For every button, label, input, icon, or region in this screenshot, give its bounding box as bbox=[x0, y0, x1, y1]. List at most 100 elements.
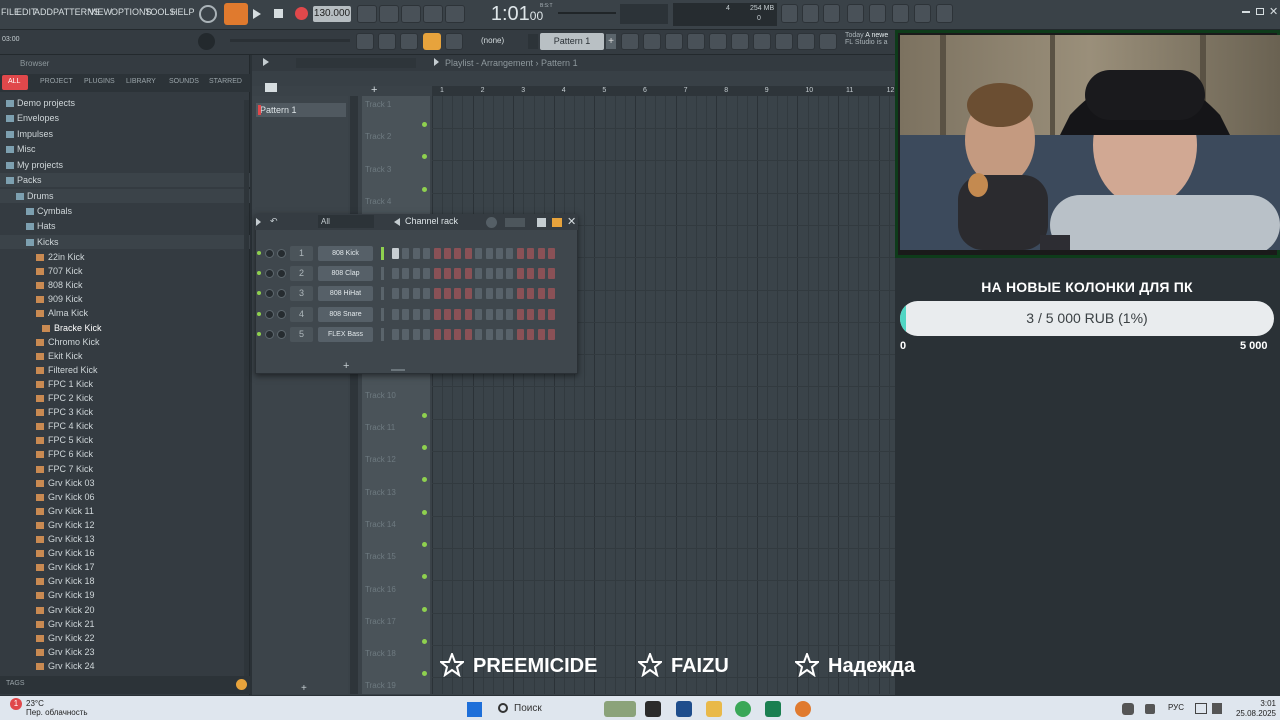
step-button[interactable] bbox=[485, 328, 493, 340]
menu-view[interactable]: VIEW bbox=[89, 7, 112, 17]
pattern-scrollbar[interactable] bbox=[350, 96, 358, 694]
channel-mixer-track[interactable]: 3 bbox=[290, 286, 313, 302]
step-view-icon[interactable] bbox=[552, 218, 562, 227]
step-button[interactable] bbox=[516, 248, 524, 259]
track-label[interactable]: Track 15 bbox=[365, 552, 396, 561]
add-channel-button[interactable]: + bbox=[343, 360, 349, 372]
channel-volume-knob[interactable] bbox=[277, 249, 286, 258]
rack-filter-select[interactable]: All bbox=[318, 215, 374, 228]
stop-icon[interactable] bbox=[274, 9, 283, 18]
channel-select-indicator[interactable] bbox=[381, 307, 384, 321]
step-button[interactable] bbox=[454, 268, 462, 280]
swing-knob[interactable] bbox=[486, 217, 497, 228]
track-label[interactable]: Track 3 bbox=[365, 165, 391, 174]
step-button[interactable] bbox=[423, 328, 431, 340]
step-button[interactable] bbox=[444, 248, 451, 259]
rack-close-icon[interactable]: ✕ bbox=[567, 215, 576, 228]
rack-menu-icon[interactable] bbox=[256, 218, 261, 226]
mixer-icon[interactable] bbox=[892, 4, 909, 23]
track-label[interactable]: Track 12 bbox=[365, 455, 396, 464]
browser-file-item[interactable]: Grv Kick 22 bbox=[0, 631, 250, 645]
add-pattern-button[interactable]: + bbox=[301, 683, 307, 694]
playlist-icon[interactable] bbox=[621, 33, 639, 50]
step-button[interactable] bbox=[537, 288, 545, 300]
tray-icon-1[interactable] bbox=[1122, 703, 1134, 715]
minimize-icon[interactable] bbox=[1242, 11, 1250, 13]
browser-file-item[interactable]: 22in Kick bbox=[0, 250, 250, 264]
playlist-tools[interactable] bbox=[296, 58, 416, 68]
chrome-icon[interactable] bbox=[735, 701, 751, 717]
browser-file-item[interactable]: 909 Kick bbox=[0, 292, 250, 306]
track-mute-led[interactable] bbox=[422, 509, 427, 515]
step-button[interactable] bbox=[392, 328, 399, 340]
step-button[interactable] bbox=[464, 268, 472, 280]
browser-folder-open[interactable]: Packs bbox=[0, 173, 250, 187]
step-button[interactable] bbox=[475, 268, 483, 280]
step-button[interactable] bbox=[506, 288, 514, 300]
step-button[interactable] bbox=[527, 308, 535, 320]
magnet-icon[interactable] bbox=[378, 33, 396, 50]
step-button[interactable] bbox=[537, 308, 545, 320]
browser-file-item[interactable]: Grv Kick 13 bbox=[0, 532, 250, 546]
add-pattern-icon[interactable]: + bbox=[606, 34, 616, 49]
playlist-menu-icon[interactable] bbox=[263, 58, 269, 66]
channel-select-indicator[interactable] bbox=[381, 327, 384, 341]
channel-mixer-track[interactable]: 4 bbox=[290, 306, 313, 322]
step-button[interactable] bbox=[506, 248, 514, 259]
browser-file-item[interactable]: FPC 3 Kick bbox=[0, 405, 250, 419]
weather-badge[interactable]: 1 bbox=[10, 698, 22, 710]
channel-mixer-track[interactable]: 1 bbox=[290, 246, 313, 261]
channel-rack-icon[interactable] bbox=[665, 33, 683, 50]
tab-project[interactable]: PROJECT bbox=[40, 78, 73, 85]
step-button[interactable] bbox=[392, 248, 399, 259]
pitch-knob-icon[interactable] bbox=[199, 5, 217, 23]
browser-folder[interactable]: Envelopes bbox=[0, 111, 250, 125]
browser-file-item[interactable]: Grv Kick 20 bbox=[0, 603, 250, 617]
step-button[interactable] bbox=[475, 328, 483, 340]
plugin-icon[interactable] bbox=[753, 33, 771, 50]
snap-selector[interactable]: (none) bbox=[481, 36, 504, 45]
track-label[interactable]: Track 19 bbox=[365, 681, 396, 690]
edit-tool-icon[interactable] bbox=[775, 33, 793, 50]
browser-file-item[interactable]: Alma Kick bbox=[0, 306, 250, 320]
step-button[interactable] bbox=[444, 288, 451, 300]
graph-editor-icon[interactable] bbox=[537, 218, 546, 227]
channel-volume-knob[interactable] bbox=[277, 309, 286, 319]
browser-file-item[interactable]: Grv Kick 03 bbox=[0, 476, 250, 490]
browser-file-item[interactable]: FPC 6 Kick bbox=[0, 447, 250, 461]
tempo-display[interactable]: 130.000 bbox=[313, 6, 351, 22]
track-mute-led[interactable] bbox=[422, 122, 427, 127]
track-label[interactable]: Track 16 bbox=[365, 585, 396, 594]
step-button[interactable] bbox=[506, 268, 514, 280]
step-button[interactable] bbox=[496, 268, 503, 280]
close-window-icon[interactable]: ✕ bbox=[1269, 5, 1278, 18]
step-button[interactable] bbox=[412, 308, 420, 320]
tab-starred[interactable]: STARRED bbox=[209, 78, 242, 85]
track-label[interactable]: Track 4 bbox=[365, 197, 391, 206]
step-button[interactable] bbox=[537, 248, 545, 259]
taskbar-clock[interactable]: 3:01 25.08.2025 bbox=[1228, 699, 1276, 719]
channel-mute-led[interactable] bbox=[257, 251, 261, 255]
channel-select-indicator[interactable] bbox=[381, 287, 384, 301]
step-button[interactable] bbox=[485, 248, 493, 259]
step-button[interactable] bbox=[475, 288, 483, 300]
tab-all[interactable]: ALL bbox=[8, 78, 20, 85]
browser-file-item[interactable]: Filtered Kick bbox=[0, 363, 250, 377]
stamp-icon[interactable] bbox=[445, 33, 463, 50]
wait-for-input-icon[interactable] bbox=[379, 5, 399, 23]
step-button[interactable] bbox=[527, 328, 535, 340]
help-icon[interactable] bbox=[847, 4, 864, 23]
step-button[interactable] bbox=[423, 308, 431, 320]
step-button[interactable] bbox=[537, 268, 545, 280]
step-button[interactable] bbox=[433, 328, 441, 340]
step-button[interactable] bbox=[412, 328, 420, 340]
step-button[interactable] bbox=[548, 288, 555, 300]
microphone-icon[interactable] bbox=[823, 4, 840, 23]
news-panel[interactable]: Today A newe FL Studio is a bbox=[845, 32, 888, 46]
track-label[interactable]: Track 2 bbox=[365, 132, 391, 141]
maximize-icon[interactable] bbox=[1256, 8, 1264, 15]
add-track-icon[interactable]: + bbox=[371, 84, 377, 96]
download-icon[interactable] bbox=[936, 4, 953, 23]
step-button[interactable] bbox=[475, 248, 483, 259]
browser-file-item[interactable]: 808 Kick bbox=[0, 278, 250, 292]
